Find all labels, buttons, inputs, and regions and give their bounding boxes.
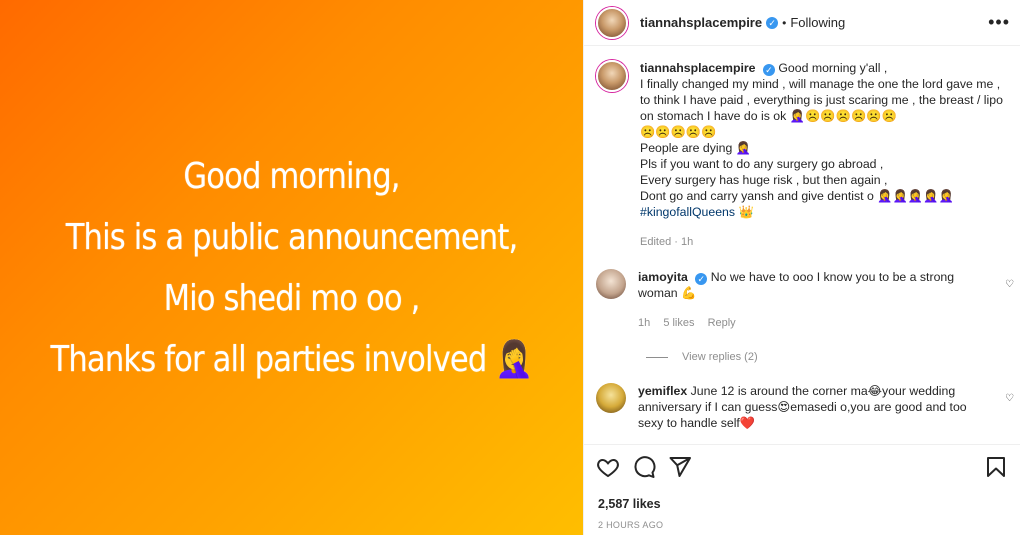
post-media[interactable]: Good morning, This is a public announcem… (0, 0, 583, 535)
reply-button[interactable]: Reply (708, 317, 736, 329)
author-avatar[interactable] (596, 6, 628, 39)
comment-body: yemiflex June 12 is around the corner ma… (638, 383, 1008, 431)
crown-emoji: 👑 (738, 205, 754, 219)
caption-body: tiannahsplacempire ✓ Good morning y'all … (640, 60, 1008, 250)
comment-body: iamoyita ✓ No we have to ooo I know you … (638, 269, 1008, 331)
media-line: This is a public announcement, (65, 216, 519, 258)
commenter-avatar[interactable] (596, 383, 626, 413)
comment: yemiflex June 12 is around the corner ma… (584, 383, 1020, 431)
caption: tiannahsplacempire ✓ Good morning y'all … (584, 60, 1020, 250)
media-line: Good morning, (183, 155, 400, 197)
like-comment-heart-icon[interactable]: ♡ (1005, 279, 1014, 290)
caption-line: People are dying 🤦‍♀️ (640, 141, 752, 155)
share-send-icon[interactable] (668, 455, 692, 479)
verified-badge-icon: ✓ (762, 64, 775, 76)
post-side-panel: tiannahsplacempire ✓ • Following ••• tia… (583, 0, 1020, 535)
caption-avatar[interactable] (596, 60, 628, 92)
caption-line: Pls if you want to do any surgery go abr… (640, 157, 884, 171)
post-viewer: Good morning, This is a public announcem… (0, 0, 1020, 535)
commenter-username[interactable]: iamoyita (638, 270, 688, 284)
hashtag-link[interactable]: #kingofallQueens (640, 205, 735, 219)
caption-username[interactable]: tiannahsplacempire (640, 61, 756, 75)
more-options-icon[interactable]: ••• (988, 12, 1010, 33)
post-header: tiannahsplacempire ✓ • Following ••• (584, 0, 1020, 46)
like-comment-heart-icon[interactable]: ♡ (1005, 393, 1014, 404)
commenter-username[interactable]: yemiflex (638, 384, 687, 398)
author-username[interactable]: tiannahsplacempire (640, 15, 762, 30)
caption-line: I finally changed my mind , will manage … (640, 77, 1003, 123)
comment-likes[interactable]: 5 likes (663, 317, 694, 329)
like-heart-icon[interactable] (596, 455, 620, 479)
caption-line: Every surgery has huge risk , but then a… (640, 173, 888, 187)
comment-bubble-icon[interactable] (632, 455, 656, 479)
comment-meta: 1h 5 likes Reply (638, 315, 984, 331)
save-bookmark-icon[interactable] (984, 455, 1008, 479)
separator-dot: • (782, 15, 787, 30)
caption-line: ☹️☹️☹️☹️☹️ (640, 125, 717, 139)
action-bar (596, 455, 1008, 485)
post-timestamp[interactable]: 2 HOURS AGO (598, 520, 663, 530)
media-line: Mio shedi mo oo , (163, 277, 421, 319)
caption-line: Dont go and carry yansh and give dentist… (640, 189, 954, 203)
verified-badge-icon: ✓ (766, 16, 779, 29)
following-button[interactable]: Following (790, 15, 845, 30)
comment: iamoyita ✓ No we have to ooo I know you … (584, 269, 1020, 331)
comments-section[interactable]: tiannahsplacempire ✓ Good morning y'all … (584, 47, 1020, 445)
caption-line: Good morning y'all , (778, 61, 888, 75)
comment-text: June 12 is around the corner ma😂your wed… (638, 384, 967, 430)
verified-badge-icon: ✓ (695, 273, 708, 285)
likes-count[interactable]: 2,587 likes (598, 497, 661, 511)
replies-divider (646, 356, 668, 358)
commenter-avatar[interactable] (596, 269, 626, 299)
view-replies-label: View replies (2) (682, 351, 758, 363)
caption-edited: Edited · 1h (640, 236, 694, 248)
media-line: Thanks for all parties involved 🤦‍♀️ (50, 338, 533, 380)
announcement-text: Good morning, This is a public announcem… (50, 146, 533, 390)
comment-time[interactable]: 1h (638, 317, 650, 329)
view-replies-button[interactable]: View replies (2) (646, 351, 758, 363)
